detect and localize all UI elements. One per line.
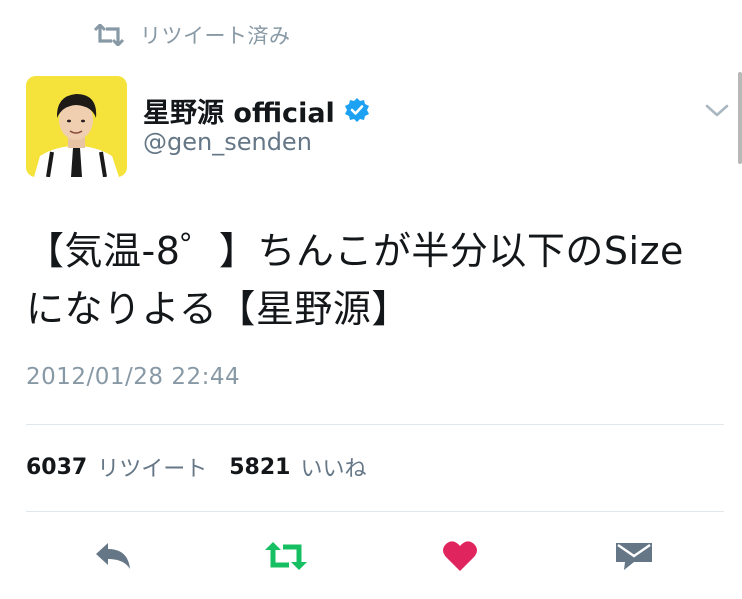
retweet-button[interactable] xyxy=(262,536,310,576)
avatar-image xyxy=(26,76,127,177)
tweet-timestamp: 2012/01/28 22:44 xyxy=(26,364,241,390)
retweet-count[interactable]: 6037 xyxy=(26,455,87,480)
reply-icon xyxy=(96,543,130,569)
tweet-text: 【気温-8゜】ちんこが半分以下のSize になりよる【星野源】 xyxy=(26,222,726,338)
retweeted-label: リツイート済み xyxy=(140,24,291,48)
author-handle[interactable]: @gen_senden xyxy=(143,128,312,156)
reply-button[interactable] xyxy=(92,536,136,576)
divider xyxy=(26,511,724,512)
tweet-text-line: になりよる【星野源】 xyxy=(26,287,410,331)
message-button[interactable] xyxy=(612,536,656,576)
like-button[interactable] xyxy=(440,536,480,576)
like-count-label[interactable]: いいね xyxy=(300,451,366,483)
display-name[interactable]: 星野源 official xyxy=(143,91,335,130)
verified-badge-icon xyxy=(344,98,369,122)
retweet-icon xyxy=(93,24,125,46)
heart-icon xyxy=(443,541,477,571)
avatar[interactable] xyxy=(26,76,127,177)
envelope-icon xyxy=(616,543,652,570)
like-count[interactable]: 5821 xyxy=(229,455,290,480)
chevron-down-icon[interactable] xyxy=(700,96,734,126)
scroll-indicator xyxy=(738,72,742,164)
divider xyxy=(26,424,724,425)
retweet-count-label[interactable]: リツイート xyxy=(97,451,207,483)
retweet-icon xyxy=(265,542,307,570)
retweeted-banner: リツイート済み xyxy=(92,20,291,50)
action-bar xyxy=(0,536,742,576)
tweet-stats: 6037 リツイート 5821 いいね xyxy=(26,450,389,484)
tweet-text-line: 【気温-8゜】ちんこが半分以下のSize xyxy=(26,229,684,273)
author-name-row: 星野源 official xyxy=(143,91,370,130)
